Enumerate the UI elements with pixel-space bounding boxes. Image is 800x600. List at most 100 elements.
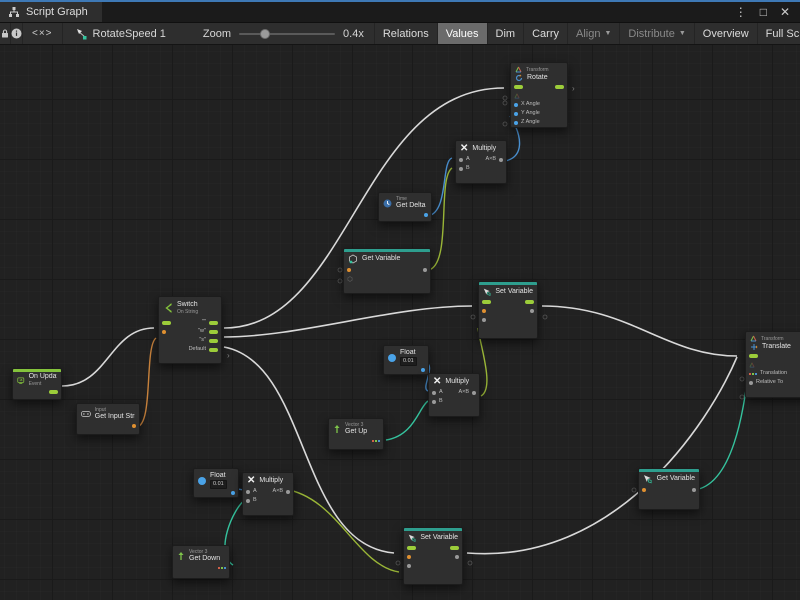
maximize-icon[interactable]: □ — [760, 6, 767, 18]
result-port[interactable] — [472, 391, 476, 395]
relations-button[interactable]: Relations — [374, 23, 437, 44]
zoom-value: 0.4x — [343, 28, 364, 40]
result-port[interactable] — [286, 490, 290, 494]
b-port[interactable] — [432, 400, 436, 404]
variable-value-in-port[interactable] — [407, 564, 411, 568]
case-out-port[interactable] — [209, 321, 218, 325]
node-title: Multiply — [445, 378, 469, 386]
node-get-variable-bottom-right[interactable]: Get Variable — [638, 468, 700, 510]
flow-in-port[interactable] — [514, 85, 523, 89]
port-label: A×B — [272, 489, 283, 495]
node-multiply-top[interactable]: ✕ Multiply A A×B B — [455, 140, 507, 184]
vector3-out-port[interactable] — [372, 440, 380, 442]
node-multiply-bottom[interactable]: ✕ Multiply A A×B B — [242, 472, 294, 516]
distribute-button[interactable]: Distribute▼ — [619, 23, 693, 44]
case-label: "s" — [199, 338, 206, 344]
transform-icon — [515, 66, 522, 73]
vector3-out-port[interactable] — [218, 567, 226, 569]
node-get-delta-time[interactable]: Time Get Delta Time — [378, 192, 432, 222]
node-title: Multiply — [259, 477, 283, 485]
clock-icon — [383, 199, 392, 208]
flow-in-port[interactable] — [749, 354, 758, 358]
flow-in-port[interactable] — [407, 546, 416, 550]
lock-button[interactable] — [0, 23, 11, 44]
carry-button[interactable]: Carry — [523, 23, 567, 44]
z-angle-port[interactable] — [514, 121, 518, 125]
a-port[interactable] — [432, 391, 436, 395]
node-get-input-string[interactable]: Input Get Input Strin — [76, 403, 140, 435]
result-port[interactable] — [499, 158, 503, 162]
selector-port[interactable] — [162, 330, 166, 334]
variable-name-port[interactable] — [482, 309, 486, 313]
b-port[interactable] — [459, 167, 463, 171]
multiply-icon: ✕ — [247, 476, 255, 486]
node-rotate[interactable]: Transform Rotate X Angle Y Angle Z Ang — [510, 62, 568, 128]
variable-value-out-port[interactable] — [455, 555, 459, 559]
variable-value-out-port[interactable] — [423, 268, 427, 272]
node-multiply-mid[interactable]: ✕ Multiply A A×B B — [428, 373, 480, 417]
fit-view-button[interactable]: <×> — [23, 23, 63, 44]
node-on-update[interactable]: On Update Event — [12, 368, 62, 400]
flow-in-port[interactable] — [162, 321, 171, 325]
flow-out-port[interactable] — [450, 546, 459, 550]
info-button[interactable] — [11, 23, 23, 44]
y-angle-port[interactable] — [514, 112, 518, 116]
values-button[interactable]: Values — [437, 23, 487, 44]
node-title: On Update — [29, 373, 57, 381]
a-port[interactable] — [459, 158, 463, 162]
dim-button[interactable]: Dim — [487, 23, 524, 44]
node-title: Get Down — [189, 555, 220, 563]
node-float-top[interactable]: Float 0.01 — [383, 345, 429, 375]
node-get-down[interactable]: Vector 3 Get Down — [172, 545, 230, 579]
overview-button[interactable]: Overview — [694, 23, 757, 44]
variable-value-out-port[interactable] — [692, 488, 696, 492]
align-button[interactable]: Align▼ — [567, 23, 619, 44]
graph-canvas[interactable]: › › Transform Rotate — [0, 45, 800, 600]
node-set-variable-mid[interactable]: Set Variable — [478, 281, 538, 339]
float-out-port[interactable] — [231, 491, 235, 495]
variable-value-in-port[interactable] — [482, 318, 486, 322]
port-label: Y Angle — [521, 111, 540, 117]
translate-icon — [750, 343, 758, 351]
float-out-port[interactable] — [421, 368, 425, 372]
translation-port[interactable] — [749, 373, 757, 375]
node-float-bottom[interactable]: Float 0.01 — [193, 468, 239, 498]
node-set-variable-bottom[interactable]: Set Variable — [403, 527, 463, 585]
variable-cube-icon — [348, 254, 358, 264]
flow-out-port[interactable] — [49, 390, 58, 394]
node-switch-on-string[interactable]: Switch On String "" "w" "s" Default — [158, 296, 222, 364]
node-get-up[interactable]: Vector 3 Get Up — [328, 418, 384, 450]
node-translate[interactable]: Transform Translate Translation — [745, 331, 800, 398]
a-port[interactable] — [246, 490, 250, 494]
relative-to-port[interactable] — [749, 381, 753, 385]
flow-out-port[interactable] — [555, 85, 564, 89]
close-icon[interactable]: ✕ — [780, 6, 790, 18]
default-out-port[interactable] — [209, 348, 218, 352]
delta-time-out-port[interactable] — [424, 213, 428, 217]
flow-in-port[interactable] — [482, 300, 491, 304]
x-angle-port[interactable] — [514, 103, 518, 107]
variable-name-port[interactable] — [347, 268, 351, 272]
fullscreen-button[interactable]: Full Screen — [757, 23, 800, 44]
b-port[interactable] — [246, 499, 250, 503]
port-label: A — [466, 157, 470, 163]
case-out-port[interactable] — [209, 339, 218, 343]
graph-breadcrumb[interactable]: RotateSpeed 1 — [63, 23, 175, 44]
wire-switch-to-setvar-mid — [224, 306, 472, 337]
variable-name-port[interactable] — [642, 488, 646, 492]
input-string-out-port[interactable] — [132, 424, 136, 428]
float-value-input[interactable]: 0.01 — [400, 357, 417, 366]
float-value-input[interactable]: 0.01 — [210, 480, 227, 489]
node-get-variable-top[interactable]: Get Variable — [343, 248, 431, 294]
flow-out-chevron: › — [572, 84, 575, 93]
variable-value-out-port[interactable] — [530, 309, 534, 313]
variable-name-port[interactable] — [407, 555, 411, 559]
case-out-port[interactable] — [209, 330, 218, 334]
menu-icon[interactable]: ⋮ — [735, 6, 747, 18]
graph-toolbar: <×> RotateSpeed 1 Zoom 0.4x Relations Va… — [0, 22, 800, 45]
window-controls: ⋮ □ ✕ — [735, 2, 800, 22]
zoom-slider[interactable] — [239, 33, 335, 35]
flow-out-port[interactable] — [525, 300, 534, 304]
zoom-slider-thumb[interactable] — [260, 29, 270, 39]
tab-script-graph[interactable]: Script Graph — [0, 2, 102, 22]
